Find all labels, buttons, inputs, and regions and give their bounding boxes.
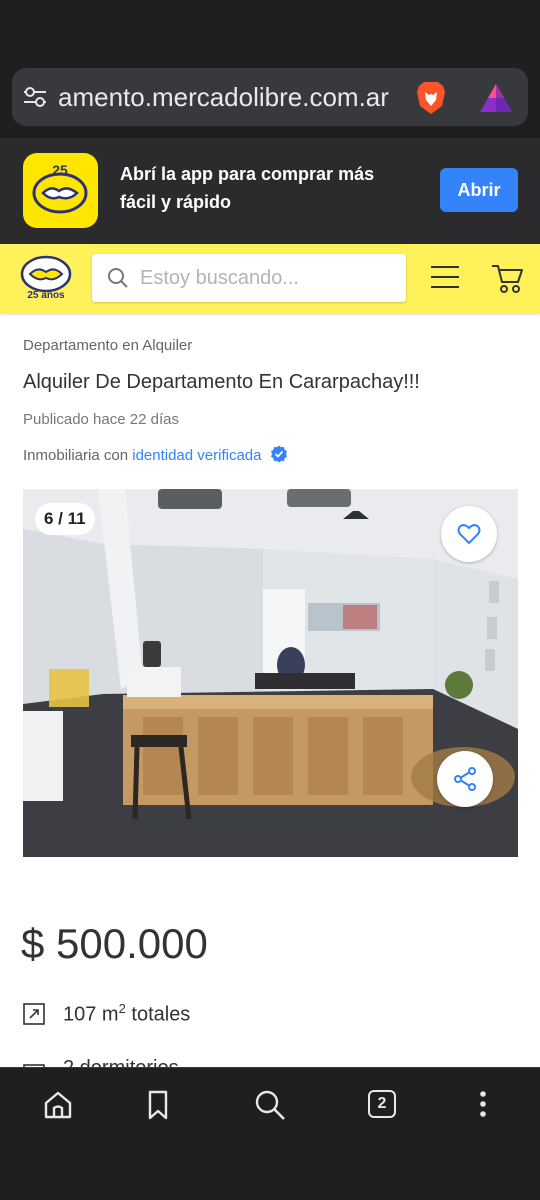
page-title: Alquiler De Departamento En Cararpachay!…	[23, 371, 420, 393]
tab-count: 2	[368, 1090, 396, 1118]
mercadolibre-app-icon: 25	[23, 153, 98, 228]
published-date: Publicado hace 22 días	[23, 411, 179, 428]
area-unit-sup: 2	[118, 1001, 126, 1016]
search-icon[interactable]	[253, 1088, 287, 1122]
handshake-logo-icon: 25	[32, 162, 88, 214]
svg-text:25: 25	[52, 162, 68, 178]
spec-bedrooms: 2 dormitorios	[23, 1056, 323, 1067]
bed-icon	[23, 1064, 45, 1067]
address-bar[interactable]: amento.mercadolibre.com.ar	[12, 68, 528, 126]
status-bar	[0, 0, 540, 60]
brave-rewards-icon[interactable]	[478, 82, 514, 114]
share-icon	[454, 767, 476, 791]
spec-total-area: 107 m2 totales	[23, 1000, 323, 1030]
tabs-icon[interactable]: 2	[366, 1088, 400, 1122]
price: $ 500.000	[21, 920, 208, 967]
url-text[interactable]: amento.mercadolibre.com.ar	[58, 68, 418, 126]
bookmark-icon[interactable]	[141, 1088, 175, 1122]
site-header: 25 años	[0, 244, 540, 314]
bedrooms-text: 2 dormitorios	[63, 1057, 179, 1067]
photo-counter: 6 / 11	[35, 503, 95, 535]
favorite-button[interactable]	[441, 506, 497, 562]
banner-message: Abrí la app para comprar más fácil y ráp…	[120, 164, 375, 212]
seller-info: Inmobiliaria con identidad verificada	[23, 445, 288, 464]
app-install-banner: 25 Abrí la app para comprar más fácil y …	[0, 138, 540, 244]
brave-lion-icon[interactable]	[414, 80, 448, 116]
cart-icon[interactable]	[490, 262, 524, 294]
hamburger-menu-icon[interactable]	[430, 264, 460, 290]
search-icon	[108, 268, 128, 288]
more-vertical-icon[interactable]	[466, 1088, 500, 1122]
browser-bottom-nav: 2	[0, 1067, 540, 1139]
property-photo[interactable]: 6 / 11	[23, 489, 518, 857]
open-app-button[interactable]: Abrir	[440, 168, 518, 212]
area-suffix: totales	[125, 1003, 191, 1026]
area-icon	[23, 1003, 45, 1025]
home-icon[interactable]	[41, 1088, 75, 1122]
share-button[interactable]	[437, 751, 493, 807]
system-gesture-area	[0, 1139, 540, 1200]
verified-identity-link[interactable]: identidad verificada	[132, 447, 261, 464]
search-input[interactable]	[140, 254, 390, 302]
search-box[interactable]	[92, 254, 406, 302]
verified-badge-icon	[270, 445, 287, 463]
seller-prefix: Inmobiliaria con	[23, 447, 129, 464]
tune-icon[interactable]	[22, 85, 48, 109]
heart-icon	[457, 524, 481, 545]
breadcrumb[interactable]: Departamento en Alquiler	[23, 337, 192, 354]
area-value: 107 m	[63, 1003, 119, 1026]
logo-caption: 25 años	[27, 290, 65, 301]
browser-toolbar: amento.mercadolibre.com.ar	[0, 60, 540, 138]
